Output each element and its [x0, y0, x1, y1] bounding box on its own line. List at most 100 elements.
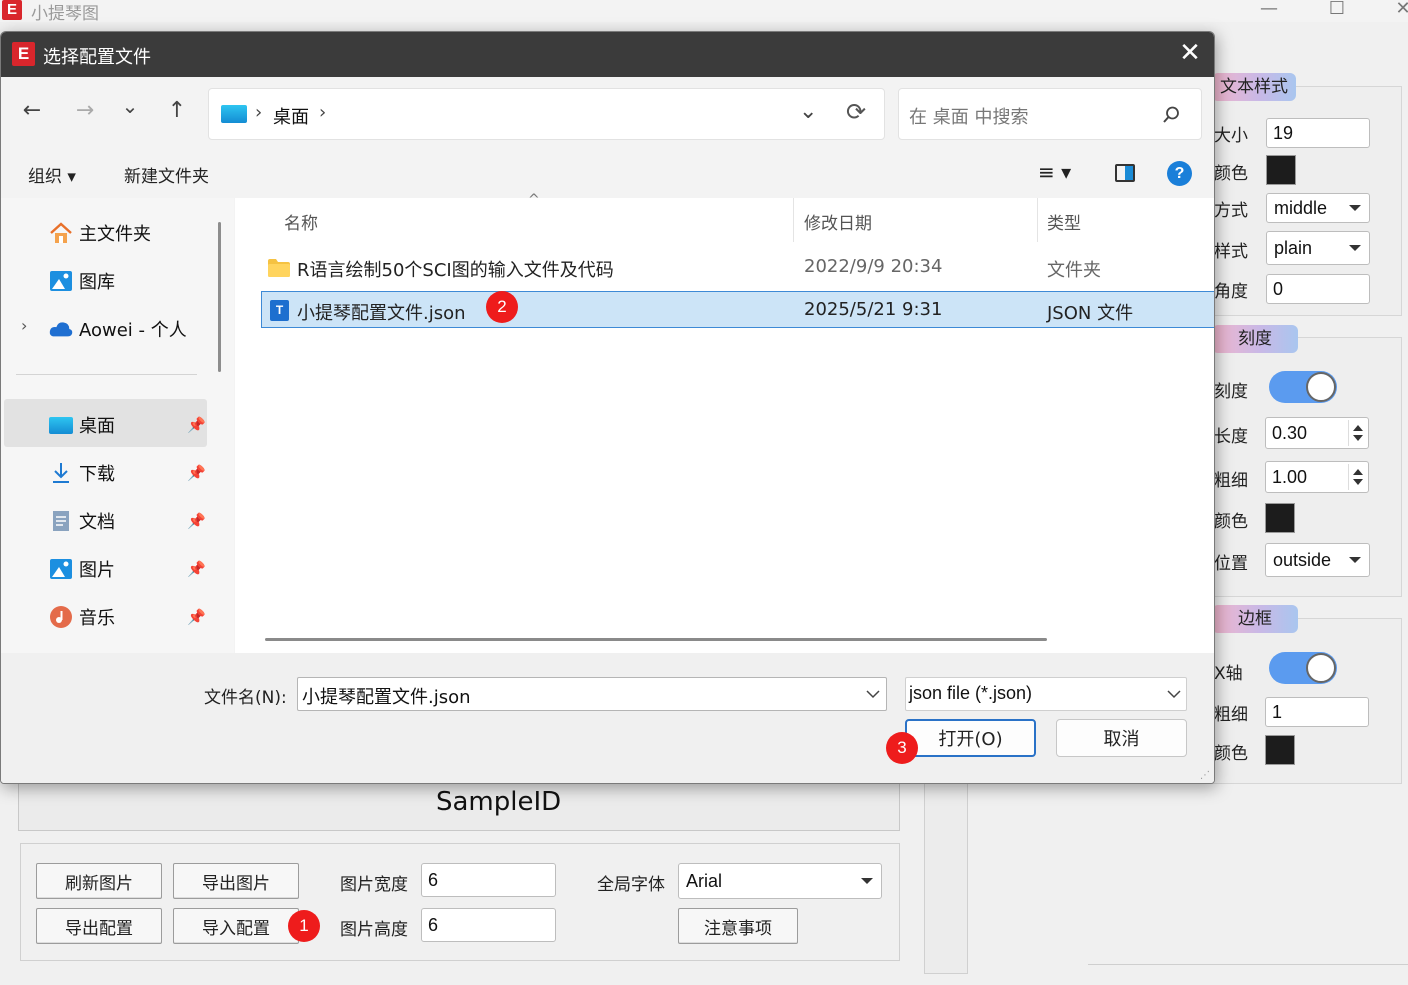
- align-label: 方式: [1214, 201, 1248, 221]
- column-header-type[interactable]: 类型: [1047, 209, 1081, 234]
- file-row[interactable]: R语言绘制50个SCI图的输入文件及代码 2022/9/9 20:34 文件夹: [261, 250, 1214, 286]
- preview-pane-icon[interactable]: [1115, 164, 1135, 182]
- global-font-label: 全局字体: [597, 875, 665, 895]
- filename-label: 文件名(N):: [204, 688, 287, 708]
- help-icon[interactable]: ?: [1167, 161, 1192, 186]
- sidebar-item-pictures[interactable]: 图片: [49, 556, 115, 582]
- home-icon: [49, 222, 73, 244]
- app-logo: E: [2, 0, 22, 20]
- search-icon[interactable]: [1161, 105, 1181, 125]
- app-title: 小提琴图: [31, 4, 99, 24]
- spin-arrows[interactable]: [1348, 464, 1366, 490]
- image-height-label: 图片高度: [340, 920, 408, 940]
- spin-up-icon[interactable]: [1353, 469, 1363, 475]
- breadcrumb-desktop[interactable]: 桌面: [273, 103, 309, 129]
- address-bar[interactable]: › 桌面 › ⌄ ⟳: [208, 88, 885, 140]
- align-select[interactable]: middle: [1266, 193, 1370, 223]
- resize-grip-icon[interactable]: ⋰: [1200, 770, 1210, 781]
- border-width-input[interactable]: 1: [1265, 697, 1369, 727]
- refresh-image-button[interactable]: 刷新图片: [36, 863, 162, 899]
- image-width-label: 图片宽度: [340, 875, 408, 895]
- view-options-button[interactable]: ≡ ▾: [1038, 160, 1071, 184]
- sidebar-item-gallery[interactable]: 图库: [49, 268, 115, 294]
- address-dropdown-icon[interactable]: ⌄: [799, 99, 817, 124]
- tick-color-label: 颜色: [1214, 512, 1248, 532]
- font-size-input[interactable]: 19: [1266, 118, 1370, 148]
- axis-toggle[interactable]: [1269, 652, 1337, 684]
- file-type-filter[interactable]: json file (*.json): [905, 677, 1187, 711]
- sidebar-item-label: 桌面: [79, 416, 115, 437]
- axis-label: X轴: [1214, 664, 1243, 684]
- pin-icon: 📌: [187, 464, 206, 482]
- sidebar-item-label: 下载: [79, 464, 115, 485]
- sidebar-item-documents[interactable]: 文档: [49, 508, 115, 534]
- file-date: 2025/5/21 9:31: [804, 299, 943, 320]
- download-icon: [49, 462, 73, 484]
- dialog-app-icon: E: [12, 42, 35, 66]
- angle-input[interactable]: 0: [1266, 274, 1370, 304]
- search-box[interactable]: 在 桌面 中搜索: [898, 88, 1202, 140]
- cancel-button[interactable]: 取消: [1056, 719, 1187, 757]
- breadcrumb-separator: ›: [255, 102, 263, 123]
- filter-value: json file (*.json): [909, 683, 1033, 703]
- tick-length-spinbox[interactable]: 0.30: [1265, 417, 1369, 449]
- border-color-swatch[interactable]: [1265, 735, 1295, 765]
- back-icon[interactable]: ←: [16, 98, 48, 123]
- ticks-header: 刻度: [1212, 325, 1298, 353]
- global-font-select[interactable]: Arial: [678, 863, 882, 899]
- dialog-close-button[interactable]: ✕: [1177, 38, 1203, 68]
- show-ticks-toggle[interactable]: [1269, 371, 1337, 403]
- sidebar-item-music[interactable]: 音乐: [49, 604, 115, 630]
- tick-position-label: 位置: [1214, 554, 1248, 574]
- sidebar-scrollbar[interactable]: [218, 222, 221, 372]
- column-separator[interactable]: [1037, 198, 1038, 242]
- chevron-down-icon[interactable]: [866, 690, 880, 699]
- horizontal-scrollbar[interactable]: [265, 638, 1047, 641]
- app-close-button[interactable]: ✕: [1388, 0, 1408, 19]
- maximize-button[interactable]: ☐: [1322, 0, 1352, 19]
- breadcrumb-separator[interactable]: ›: [319, 102, 326, 123]
- sidebar-item-downloads[interactable]: 下载: [49, 460, 115, 486]
- import-config-button[interactable]: 导入配置: [173, 908, 299, 944]
- spin-down-icon[interactable]: [1353, 479, 1363, 485]
- spin-up-icon[interactable]: [1353, 425, 1363, 431]
- export-config-button[interactable]: 导出配置: [36, 908, 162, 944]
- minimize-button[interactable]: —: [1254, 0, 1284, 19]
- spin-arrows[interactable]: [1348, 420, 1366, 446]
- expand-chevron-icon[interactable]: ›: [21, 316, 27, 335]
- sidebar-item-label: 主文件夹: [79, 224, 151, 245]
- refresh-icon[interactable]: ⟳: [846, 98, 866, 126]
- sidebar-item-label: 文档: [79, 512, 115, 533]
- tick-color-swatch[interactable]: [1265, 503, 1295, 533]
- spin-down-icon[interactable]: [1353, 435, 1363, 441]
- forward-icon[interactable]: →: [69, 98, 101, 123]
- file-date: 2022/9/9 20:34: [804, 256, 943, 277]
- font-style-select[interactable]: plain: [1266, 231, 1370, 265]
- new-folder-button[interactable]: 新建文件夹: [124, 162, 209, 187]
- organize-menu[interactable]: 组织 ▾: [28, 162, 76, 187]
- open-button[interactable]: 打开(O): [905, 719, 1036, 757]
- tick-width-spinbox[interactable]: 1.00: [1265, 461, 1369, 493]
- image-height-input[interactable]: 6: [421, 908, 556, 942]
- column-separator[interactable]: [793, 198, 794, 242]
- export-image-button[interactable]: 导出图片: [173, 863, 299, 899]
- column-header-name[interactable]: 名称: [284, 209, 318, 234]
- show-ticks-label: 刻度: [1214, 382, 1248, 402]
- plot-scrollbar[interactable]: [924, 784, 968, 974]
- text-color-swatch[interactable]: [1266, 155, 1296, 185]
- column-header-date[interactable]: 修改日期: [804, 209, 872, 234]
- tick-position-select[interactable]: outside: [1265, 543, 1370, 577]
- up-folder-icon[interactable]: ↑: [161, 98, 193, 123]
- sidebar-item-onedrive[interactable]: Aowei - 个人: [49, 316, 187, 342]
- recent-locations-icon[interactable]: ⌄: [114, 94, 146, 118]
- tick-position-value: outside: [1273, 549, 1332, 570]
- sidebar-item-home[interactable]: 主文件夹: [49, 220, 151, 246]
- sidebar-item-desktop[interactable]: 桌面: [49, 412, 115, 438]
- file-row-selected[interactable]: T 小提琴配置文件.json 2025/5/21 9:31 JSON 文件: [261, 291, 1214, 328]
- filename-input[interactable]: 小提琴配置文件.json: [297, 677, 887, 711]
- image-width-input[interactable]: 6: [421, 863, 556, 897]
- music-icon: [49, 606, 73, 628]
- notes-button[interactable]: 注意事项: [678, 908, 798, 944]
- chevron-down-icon[interactable]: [1167, 690, 1181, 699]
- chevron-down-icon: [1349, 205, 1361, 211]
